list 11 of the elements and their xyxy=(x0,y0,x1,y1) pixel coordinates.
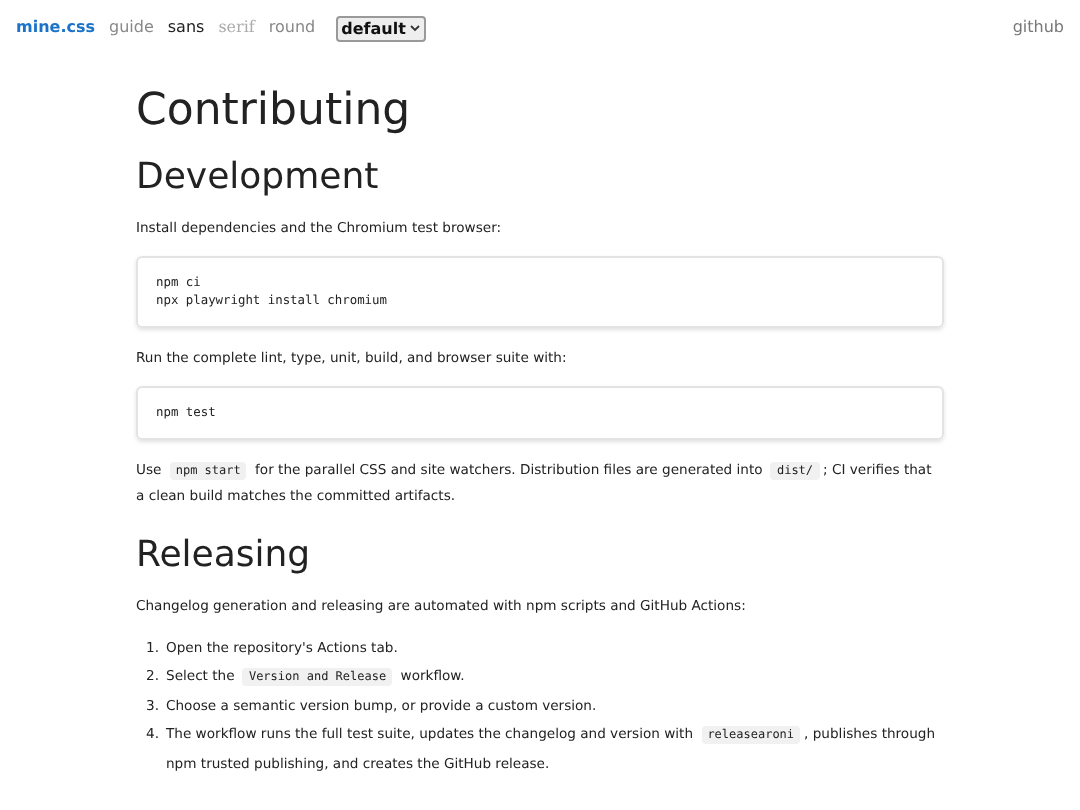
github-link[interactable]: github xyxy=(1012,16,1064,40)
font-option-link[interactable]: serif xyxy=(218,16,255,40)
section-heading: Releasing xyxy=(136,534,313,578)
brand-link[interactable]: mine.css xyxy=(16,16,96,40)
page-title: Contributing xyxy=(136,84,413,140)
font-option-link[interactable]: sans xyxy=(167,16,205,40)
section-heading: Development xyxy=(136,156,381,200)
caret-icon xyxy=(409,24,420,32)
nav-link[interactable]: guide xyxy=(109,16,154,40)
theme-select[interactable]: default xyxy=(335,15,426,41)
font-option-link[interactable]: round xyxy=(268,16,316,40)
